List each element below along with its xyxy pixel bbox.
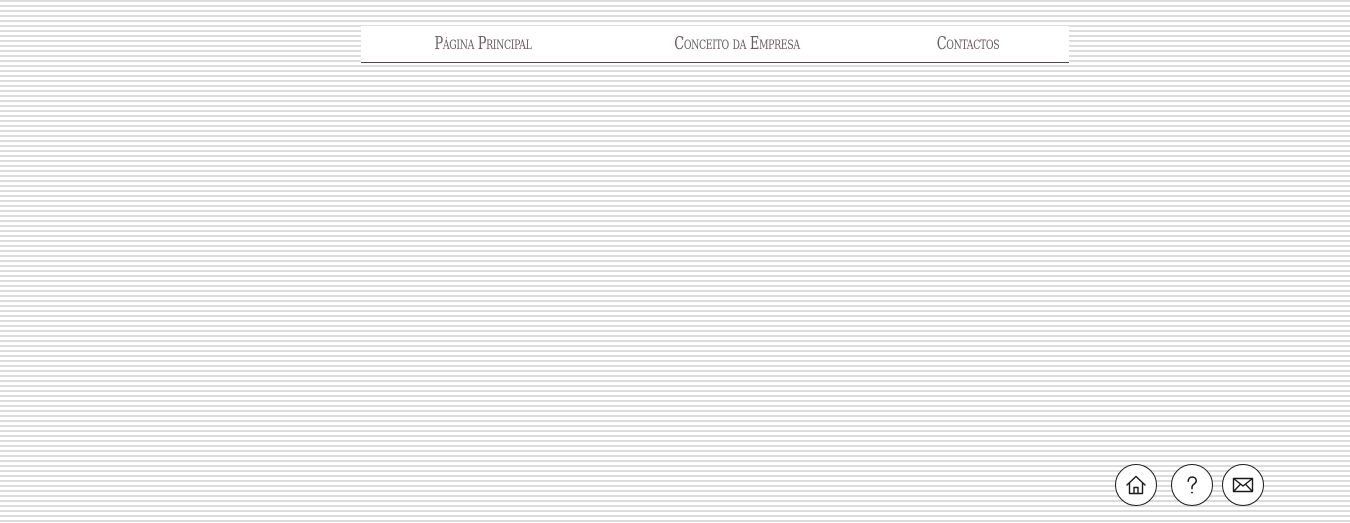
home-button[interactable] [1115, 464, 1157, 506]
mail-icon [1232, 477, 1254, 493]
home-icon [1126, 475, 1146, 495]
nav-link-contacts[interactable]: Contactos [896, 26, 1040, 62]
nav-link-home[interactable]: Página Principal [411, 26, 555, 62]
help-button[interactable] [1171, 464, 1213, 506]
nav-link-company-concept[interactable]: Conceito da Empresa [665, 26, 809, 62]
question-icon [1187, 476, 1197, 494]
mail-button[interactable] [1222, 464, 1264, 506]
top-navigation: Página Principal Conceito da Empresa Con… [361, 26, 1069, 63]
